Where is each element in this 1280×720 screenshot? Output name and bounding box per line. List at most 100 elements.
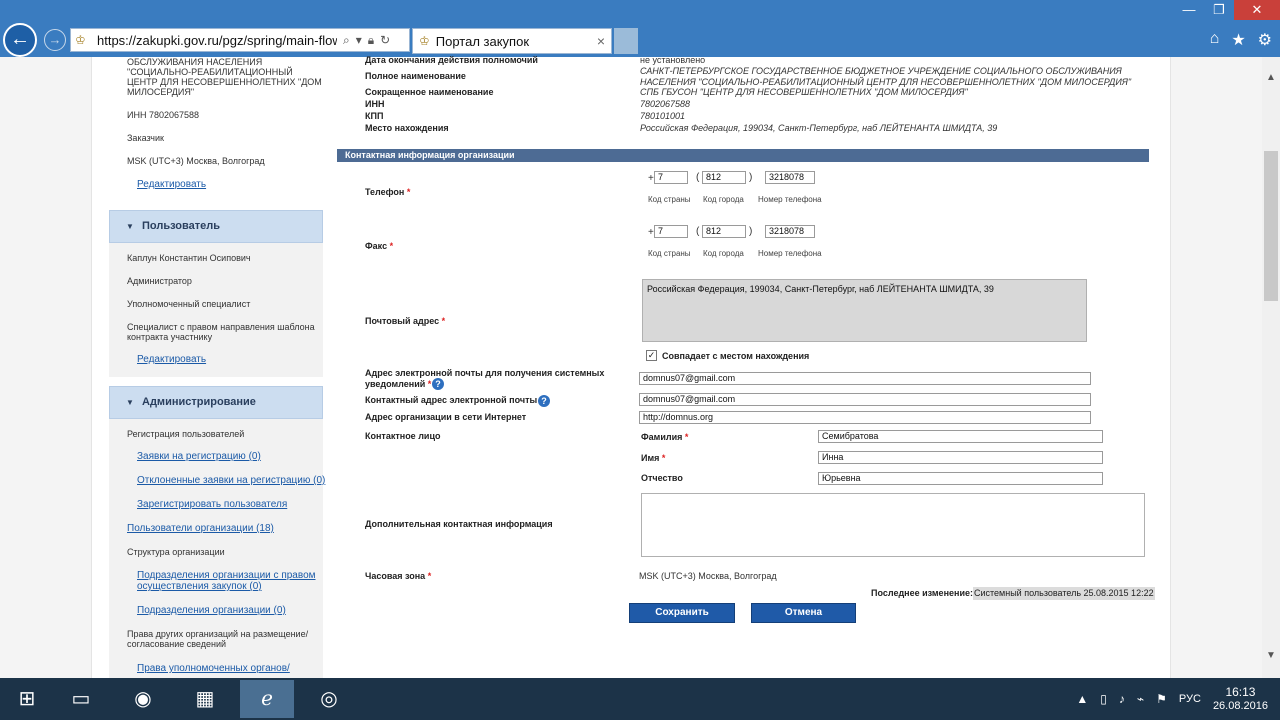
file-explorer-icon[interactable]: ▭ — [54, 680, 108, 718]
user-section-header[interactable]: ▼ Пользователь — [109, 210, 323, 243]
home-icon[interactable]: ⌂ — [1210, 30, 1220, 50]
sidebar-subdivisions-right-link[interactable]: Подразделения организации с правом осуще… — [137, 570, 322, 592]
phone-country-input[interactable]: 7 — [654, 171, 688, 184]
website-label: Адрес организации в сети Интернет — [365, 412, 527, 422]
admin-section-header[interactable]: ▼ Администрирование — [109, 386, 323, 419]
browser-tab[interactable]: ♔ Портал закупок × — [412, 28, 612, 54]
address-bar[interactable]: ♔ https://zakupki.gov.ru/pgz/spring/main… — [70, 28, 410, 52]
required-mark: * — [406, 187, 411, 197]
last-change-label: Последнее изменение: — [871, 588, 973, 598]
sidebar-user-role: Уполномоченный специалист — [127, 299, 251, 309]
address-url[interactable]: https://zakupki.gov.ru/pgz/spring/main-f… — [97, 33, 337, 48]
fax-city-input[interactable]: 812 — [702, 225, 746, 238]
sidebar-subdivisions-link[interactable]: Подразделения организации (0) — [137, 605, 286, 616]
chevron-down-icon: ▼ — [126, 398, 134, 407]
search-icon[interactable]: ⌕ — [343, 33, 350, 48]
scroll-up-icon[interactable]: ▲ — [1262, 69, 1280, 87]
fax-number-input[interactable]: 3218078 — [765, 225, 815, 238]
phone-label: Телефон * — [365, 187, 410, 198]
fax-label-text: Факс — [365, 241, 388, 251]
timezone-label: Часовая зона * — [365, 571, 431, 582]
page-margin-left — [0, 57, 91, 678]
contact-person-label: Контактное лицо — [365, 431, 441, 441]
middle-name-input[interactable]: Юрьевна — [818, 472, 1103, 485]
flag-icon[interactable]: ⚑ — [1156, 692, 1167, 706]
required-mark: * — [661, 453, 666, 463]
sidebar-org-users-link[interactable]: Пользователи организации (18) — [127, 523, 274, 534]
new-tab-button[interactable] — [614, 28, 638, 54]
number-caption: Номер телефона — [758, 195, 822, 204]
location-value: Российская Федерация, 199034, Санкт-Пете… — [640, 123, 998, 133]
phone-label-text: Телефон — [365, 187, 405, 197]
auth-end-label: Дата окончания действия полномочий — [365, 55, 538, 65]
close-window-icon[interactable]: ✕ — [1234, 0, 1280, 20]
forward-button[interactable]: → — [44, 29, 66, 51]
internet-explorer-icon[interactable]: ℯ — [240, 680, 294, 718]
help-icon[interactable]: ? — [538, 395, 550, 407]
vertical-scrollbar[interactable]: ▲ ▼ — [1262, 57, 1280, 678]
lock-icon[interactable]: 🔒︎ — [368, 33, 374, 48]
close-paren: ) — [749, 226, 753, 237]
inn-label: ИНН — [365, 99, 385, 109]
browser-chrome: — ❐ ✕ ← → ♔ https://zakupki.gov.ru/pgz/s… — [0, 0, 1280, 57]
phone-number-input[interactable]: 3218078 — [765, 171, 815, 184]
extra-info-textarea[interactable] — [641, 493, 1145, 557]
sidebar-edit-user-link[interactable]: Редактировать — [137, 354, 206, 365]
cancel-button[interactable]: Отмена — [751, 603, 856, 623]
clock[interactable]: 16:13 26.08.2016 — [1213, 685, 1268, 713]
sidebar-edit-org-link[interactable]: Редактировать — [137, 179, 206, 190]
sidebar-org-name: ОБСЛУЖИВАНИЯ НАСЕЛЕНИЯ "СОЦИАЛЬНО-РЕАБИЛ… — [127, 57, 322, 97]
minimize-icon[interactable]: — — [1174, 0, 1204, 20]
settings-gear-icon[interactable]: ⚙ — [1258, 30, 1272, 50]
dropdown-icon[interactable]: ▾ — [356, 33, 362, 48]
required-mark: * — [684, 432, 689, 442]
first-name-label: Имя * — [641, 453, 665, 464]
sidebar-other-org-rights: Права других организаций на размещение/с… — [127, 629, 309, 649]
same-as-location-label: Совпадает с местом нахождения — [662, 351, 810, 361]
scrollbar-thumb[interactable] — [1264, 151, 1278, 301]
back-button[interactable]: ← — [3, 23, 37, 57]
chrome-icon[interactable]: ◎ — [302, 680, 356, 718]
clock-time: 16:13 — [1225, 685, 1256, 699]
refresh-icon[interactable]: ↻ — [380, 33, 390, 48]
help-icon[interactable]: ? — [432, 378, 444, 390]
archive-app-icon[interactable]: ▦ — [178, 680, 232, 718]
volume-icon[interactable]: ♪ — [1119, 692, 1125, 706]
maximize-icon[interactable]: ❐ — [1204, 0, 1234, 20]
browser-toolbar: ⌂ ★ ⚙ — [1210, 30, 1272, 50]
save-button[interactable]: Сохранить — [629, 603, 735, 623]
city-code-caption: Код города — [703, 195, 744, 204]
fax-country-input[interactable]: 7 — [654, 225, 688, 238]
favorites-star-icon[interactable]: ★ — [1231, 30, 1245, 50]
full-name-label: Полное наименование — [365, 71, 466, 81]
fax-label: Факс * — [365, 241, 393, 252]
country-code-caption: Код страны — [648, 195, 691, 204]
timezone-label-text: Часовая зона — [365, 571, 426, 581]
show-hidden-icons-icon[interactable]: ▲ — [1076, 692, 1088, 706]
sidebar-rejected-requests-link[interactable]: Отклоненные заявки на регистрацию (0) — [137, 475, 325, 486]
admin-section-title: Администрирование — [142, 396, 256, 408]
email-notify-label: Адрес электронной почты для получения си… — [365, 368, 615, 390]
app-icon[interactable]: ◉ — [116, 680, 170, 718]
tab-close-icon[interactable]: × — [597, 33, 605, 49]
sidebar-reg-requests-link[interactable]: Заявки на регистрацию (0) — [137, 451, 261, 462]
device-icon[interactable]: ▯ — [1100, 692, 1107, 706]
scroll-down-icon[interactable]: ▼ — [1262, 647, 1280, 665]
sidebar-register-user-link[interactable]: Зарегистрировать пользователя — [137, 499, 287, 510]
postal-label-text: Почтовый адрес — [365, 316, 440, 326]
kpp-value: 780101001 — [640, 111, 686, 121]
network-icon[interactable]: ⌁ — [1137, 692, 1144, 706]
sidebar-authorized-bodies-link[interactable]: Права уполномоченных органов/ — [137, 663, 290, 674]
website-input[interactable]: http://domnus.org — [639, 411, 1091, 424]
extra-info-label: Дополнительная контактная информация — [365, 519, 553, 529]
phone-city-input[interactable]: 812 — [702, 171, 746, 184]
language-indicator[interactable]: РУС — [1179, 693, 1201, 705]
windows-start-icon[interactable]: ⊞ — [0, 680, 54, 718]
email-notify-input[interactable]: domnus07@gmail.com — [639, 372, 1091, 385]
first-name-input[interactable]: Инна — [818, 451, 1103, 464]
postal-address-textarea[interactable]: Российская Федерация, 199034, Санкт-Пете… — [642, 279, 1087, 342]
email-contact-input[interactable]: domnus07@gmail.com — [639, 393, 1091, 406]
last-name-input[interactable]: Семибратова — [818, 430, 1103, 443]
same-as-location-checkbox[interactable]: ✓ — [646, 350, 657, 361]
short-name-label: Сокращенное наименование — [365, 87, 494, 97]
